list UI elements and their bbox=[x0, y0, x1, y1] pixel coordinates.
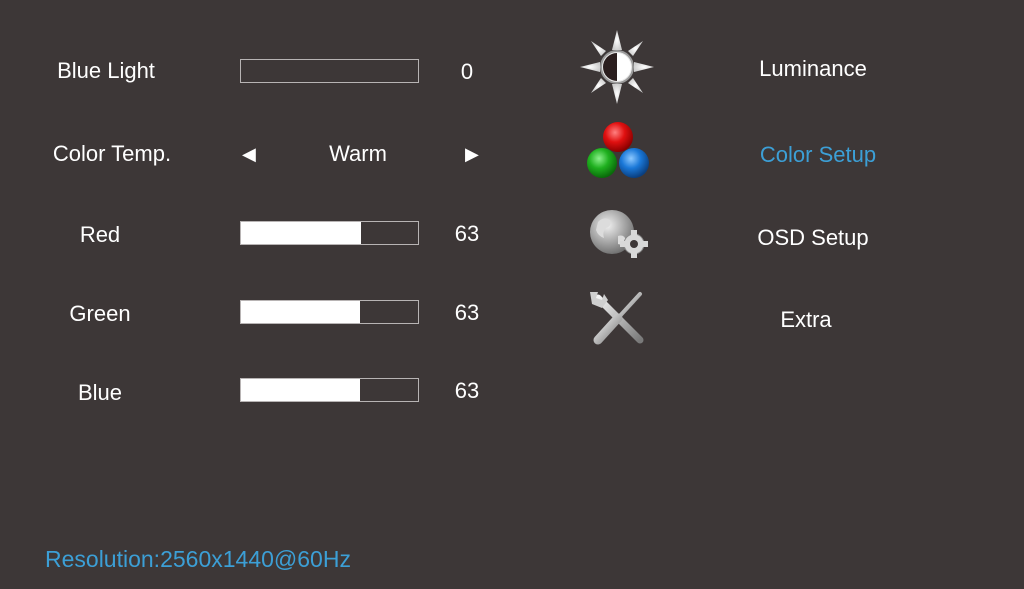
resolution-status: Resolution:2560x1440@60Hz bbox=[45, 546, 351, 572]
blue-light-label: Blue Light bbox=[57, 58, 155, 83]
color-temp-label: Color Temp. bbox=[52, 141, 172, 166]
green-label: Green bbox=[69, 301, 131, 326]
blue-slider[interactable] bbox=[240, 378, 419, 402]
rgb-balls-icon[interactable] bbox=[578, 116, 656, 194]
red-slider-fill bbox=[241, 222, 362, 244]
blue-slider-fill bbox=[241, 379, 360, 401]
green-slider[interactable] bbox=[240, 300, 419, 324]
wrench-screwdriver-icon[interactable] bbox=[578, 282, 656, 360]
blue-light-value: 0 bbox=[460, 59, 474, 84]
menu-item-color-setup[interactable]: Color Setup bbox=[738, 142, 898, 168]
sun-contrast-icon[interactable] bbox=[578, 28, 656, 106]
red-slider[interactable] bbox=[240, 221, 419, 245]
globe-gear-icon[interactable] bbox=[578, 200, 656, 278]
menu-item-luminance[interactable]: Luminance bbox=[733, 56, 893, 82]
blue-label: Blue bbox=[77, 380, 123, 405]
color-temp-left-arrow-icon[interactable]: ◀ bbox=[242, 144, 256, 165]
red-label: Red bbox=[79, 222, 121, 247]
blue-light-slider[interactable] bbox=[240, 59, 419, 83]
green-value: 63 bbox=[454, 300, 480, 325]
menu-item-extra[interactable]: Extra bbox=[726, 307, 886, 333]
color-temp-value[interactable]: Warm bbox=[288, 141, 428, 167]
blue-value: 63 bbox=[454, 378, 480, 403]
color-temp-right-arrow-icon[interactable]: ▶ bbox=[465, 144, 479, 165]
menu-item-osd-setup[interactable]: OSD Setup bbox=[733, 225, 893, 251]
green-slider-fill bbox=[241, 301, 360, 323]
red-value: 63 bbox=[454, 221, 480, 246]
